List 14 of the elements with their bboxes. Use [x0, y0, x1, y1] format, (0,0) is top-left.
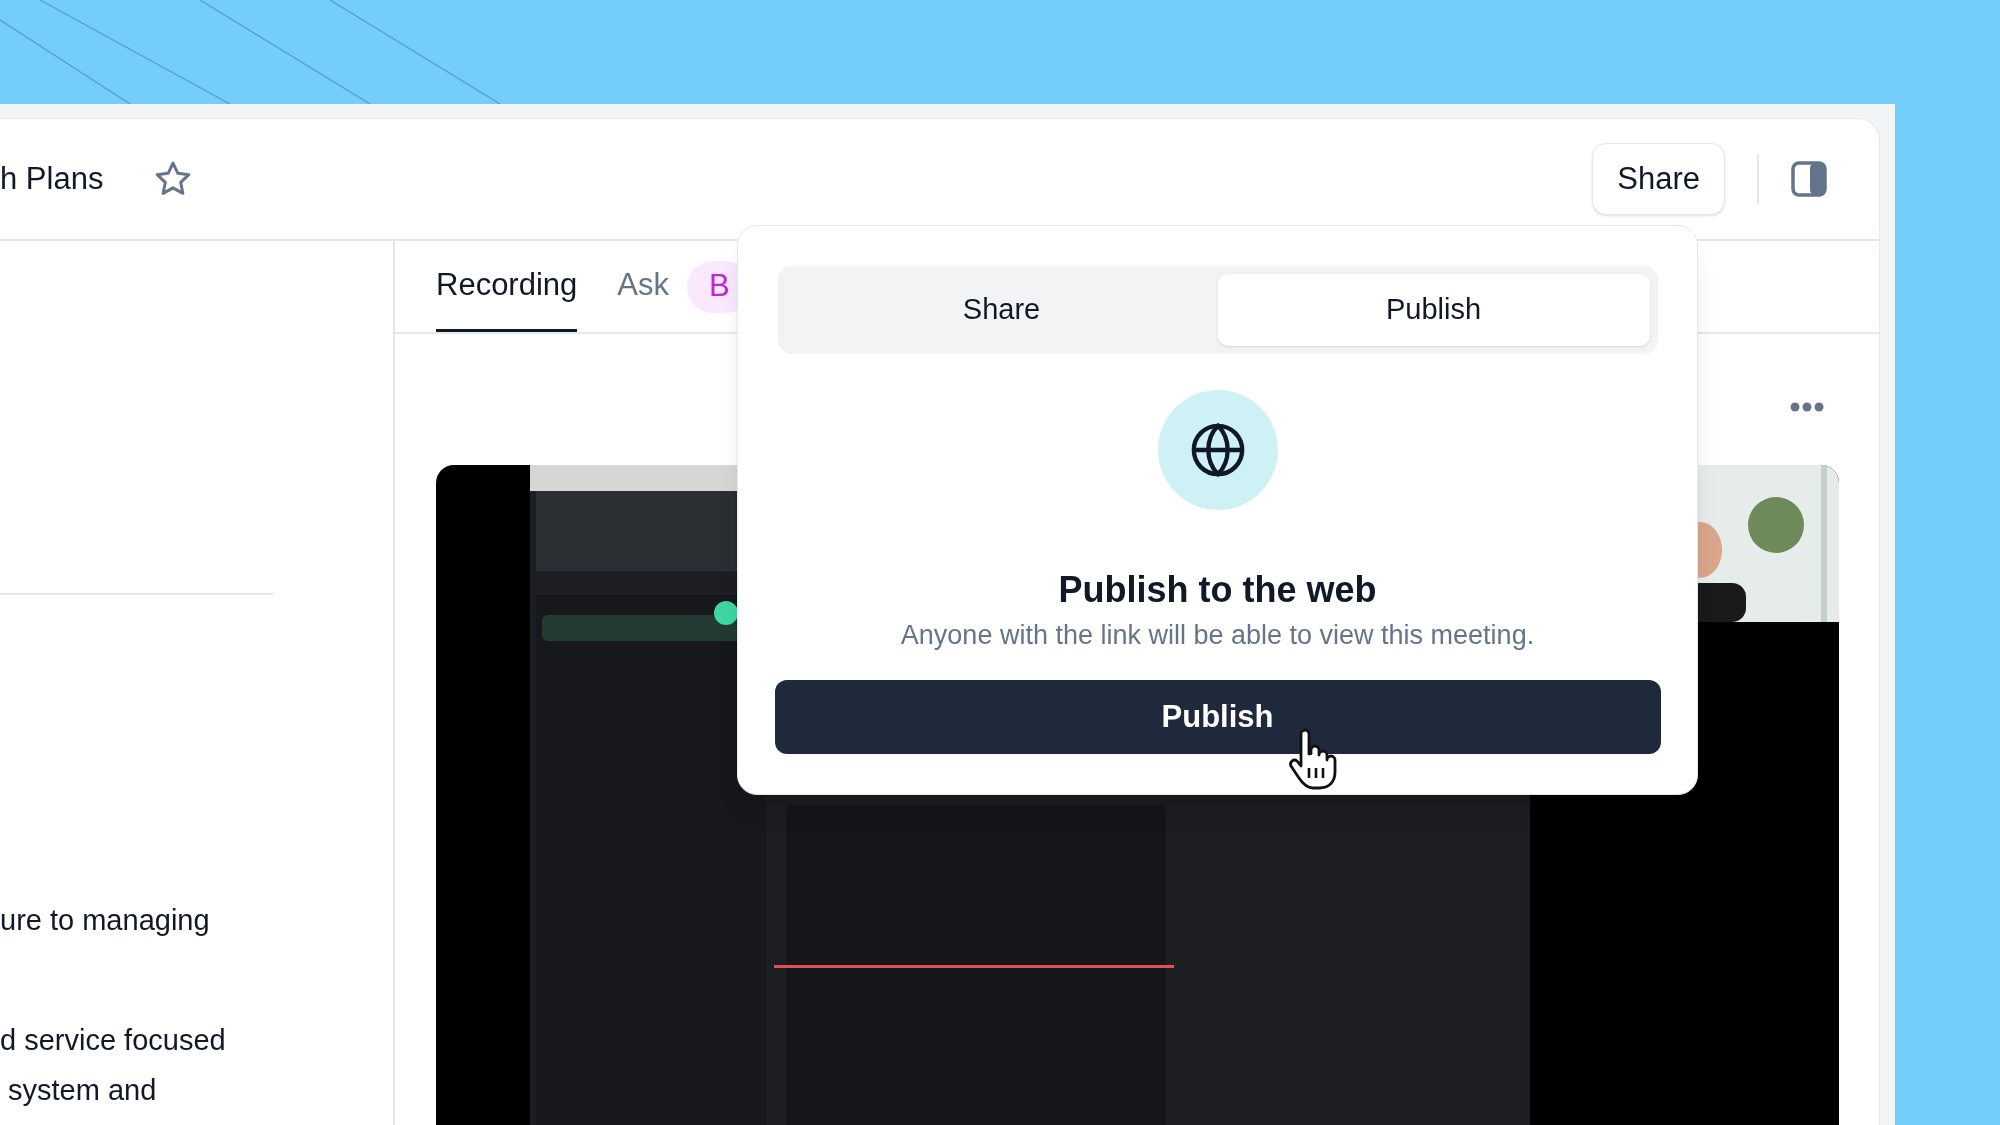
- tab[interactable]: Recording: [436, 241, 578, 332]
- side-panel-icon[interactable]: [1791, 161, 1827, 197]
- notes-text: system and: [7, 1073, 158, 1108]
- notes-text: ure to managing: [0, 903, 211, 938]
- popover-description: Anyone with the link will be able to view this meeting.: [900, 619, 1535, 652]
- notes-text: d service focused: [0, 1023, 227, 1058]
- popover-title: Publish to the web: [1058, 568, 1377, 612]
- segment-tab[interactable]: Share: [785, 274, 1218, 346]
- publish-button[interactable]: Publish: [774, 680, 1661, 754]
- more-options-icon[interactable]: [1790, 402, 1824, 412]
- tab[interactable]: Ask: [617, 241, 669, 332]
- segment-tab[interactable]: Publish: [1217, 274, 1650, 346]
- meeting-title: h Plans: [0, 159, 104, 198]
- share-button[interactable]: Share: [1592, 143, 1725, 215]
